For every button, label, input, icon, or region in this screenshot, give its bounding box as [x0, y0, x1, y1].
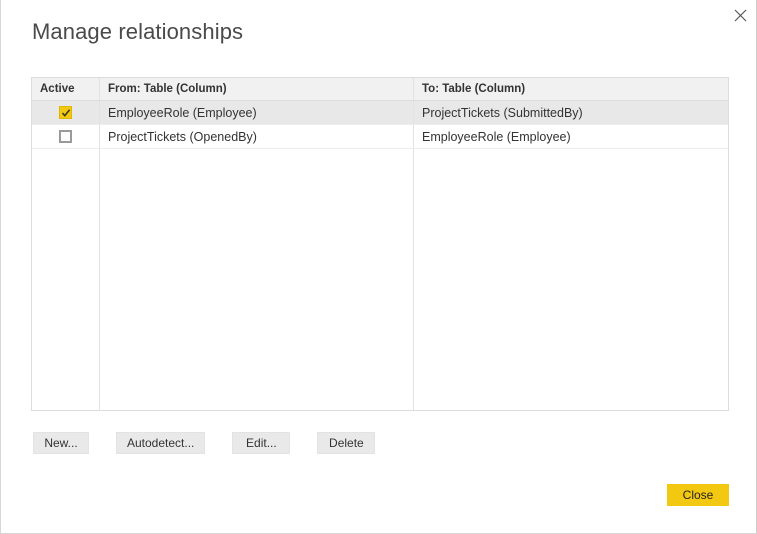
- row-to-cell: EmployeeRole (Employee): [414, 125, 728, 148]
- close-x-icon[interactable]: [724, 0, 756, 30]
- autodetect-button[interactable]: Autodetect...: [116, 432, 205, 454]
- table-row[interactable]: ProjectTickets (OpenedBy) EmployeeRole (…: [32, 125, 728, 149]
- page-title: Manage relationships: [32, 19, 243, 45]
- grid-filler-to: [414, 149, 728, 410]
- close-button[interactable]: Close: [667, 484, 729, 506]
- grid-filler-active: [32, 149, 100, 410]
- column-header-active[interactable]: Active: [32, 78, 100, 100]
- manage-relationships-dialog: Manage relationships Active From: Table …: [0, 0, 757, 534]
- grid-empty-area: [32, 149, 728, 410]
- row-from-cell: ProjectTickets (OpenedBy): [100, 125, 414, 148]
- table-row[interactable]: EmployeeRole (Employee) ProjectTickets (…: [32, 101, 728, 125]
- new-button[interactable]: New...: [33, 432, 89, 454]
- grid-filler-from: [100, 149, 414, 410]
- checkbox-checked-icon[interactable]: [59, 106, 72, 119]
- column-header-from[interactable]: From: Table (Column): [100, 78, 414, 100]
- checkbox-unchecked-icon[interactable]: [59, 130, 72, 143]
- row-from-cell: EmployeeRole (Employee): [100, 101, 414, 124]
- relationships-grid: Active From: Table (Column) To: Table (C…: [31, 77, 729, 411]
- column-header-to[interactable]: To: Table (Column): [414, 78, 728, 100]
- grid-header-row: Active From: Table (Column) To: Table (C…: [32, 78, 728, 101]
- row-to-cell: ProjectTickets (SubmittedBy): [414, 101, 728, 124]
- row-active-cell: [32, 125, 100, 148]
- row-active-cell: [32, 101, 100, 124]
- grid-body: Active From: Table (Column) To: Table (C…: [32, 78, 728, 410]
- edit-button[interactable]: Edit...: [232, 432, 290, 454]
- action-button-bar: New... Autodetect... Edit... Delete: [33, 432, 375, 454]
- delete-button[interactable]: Delete: [317, 432, 375, 454]
